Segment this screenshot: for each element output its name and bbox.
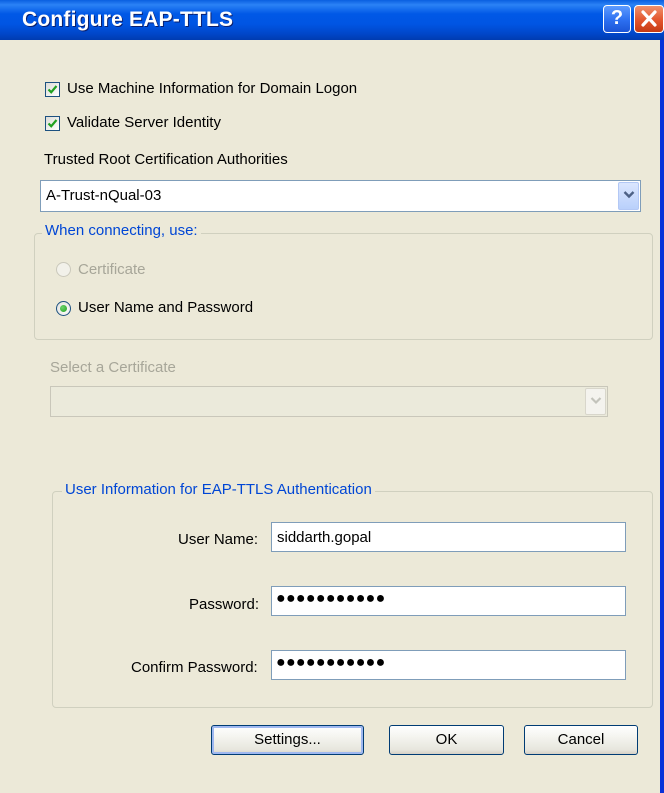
configure-eap-ttls-dialog: Configure EAP-TTLS ? Use Machine Informa… [0,0,664,793]
confirm-password-value: ●●●●●●●●●●● [276,654,386,671]
confirm-password-label: Confirm Password: [131,659,258,676]
trusted-root-value: A-Trust-nQual-03 [46,187,162,204]
username-password-radio-label[interactable]: User Name and Password [78,299,253,316]
cancel-button[interactable]: Cancel [524,725,638,755]
certificate-radio-label: Certificate [78,261,146,278]
certificate-radio[interactable] [56,262,71,277]
confirm-password-field[interactable]: ●●●●●●●●●●● [271,650,626,680]
close-button[interactable] [634,5,664,33]
close-icon [641,10,657,27]
help-button[interactable]: ? [603,5,631,33]
validate-server-checkbox[interactable] [45,116,60,131]
trusted-root-label: Trusted Root Certification Authorities [44,151,288,168]
password-field[interactable]: ●●●●●●●●●●● [271,586,626,616]
validate-server-label[interactable]: Validate Server Identity [67,114,221,131]
dropdown-arrow-button[interactable] [618,182,639,210]
username-password-radio[interactable] [56,301,71,316]
window-title: Configure EAP-TTLS [22,8,234,31]
ok-button[interactable]: OK [389,725,504,755]
select-certificate-label: Select a Certificate [50,359,176,376]
dropdown-arrow-button[interactable] [585,388,606,415]
checkmark-icon [47,119,58,128]
chevron-down-icon [623,191,635,199]
checkmark-icon [47,85,58,94]
username-value: siddarth.gopal [277,529,372,546]
machine-info-checkbox[interactable] [45,82,60,97]
when-connecting-group [34,233,653,340]
title-bar[interactable]: Configure EAP-TTLS ? [0,0,664,40]
help-icon: ? [610,7,624,29]
select-certificate-dropdown[interactable] [50,386,608,417]
radio-selected-dot [60,305,67,312]
user-info-title: User Information for EAP-TTLS Authentica… [62,481,375,498]
username-field[interactable]: siddarth.gopal [271,522,626,552]
password-label: Password: [189,596,260,613]
settings-button[interactable]: Settings... [211,725,364,755]
password-value: ●●●●●●●●●●● [276,590,386,607]
when-connecting-title: When connecting, use: [42,222,201,239]
trusted-root-dropdown[interactable]: A-Trust-nQual-03 [40,180,641,212]
machine-info-label[interactable]: Use Machine Information for Domain Logon [67,80,357,97]
chevron-down-icon [590,397,602,405]
username-label: User Name: [178,531,259,548]
